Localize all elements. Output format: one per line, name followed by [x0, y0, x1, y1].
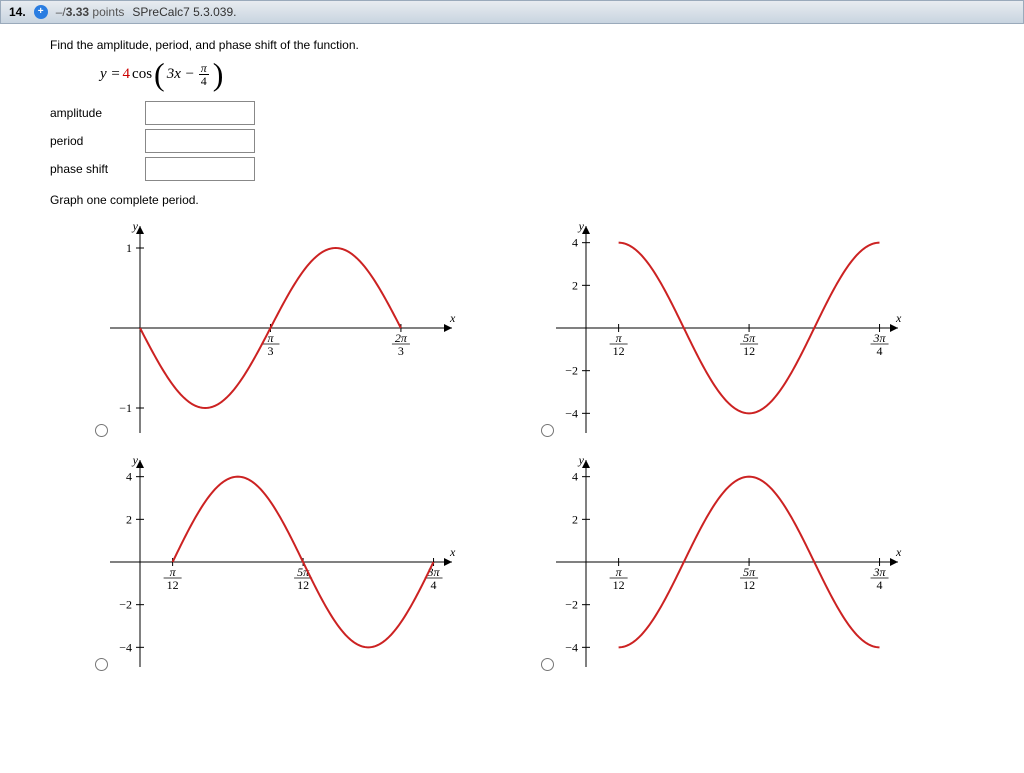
- graph-choice-c[interactable]: yx−4−224π125π123π4: [50, 447, 490, 677]
- svg-text:12: 12: [167, 578, 179, 592]
- svg-text:12: 12: [613, 344, 625, 358]
- answer-fields: amplitude period phase shift: [50, 101, 994, 181]
- question-number: 14.: [9, 5, 26, 19]
- radio-d[interactable]: [541, 658, 554, 671]
- svg-text:x: x: [895, 545, 902, 559]
- svg-text:2π: 2π: [395, 331, 408, 345]
- svg-text:5π: 5π: [743, 331, 756, 345]
- svg-text:4: 4: [126, 470, 132, 484]
- amplitude-label: amplitude: [50, 106, 145, 120]
- svg-text:3π: 3π: [873, 565, 887, 579]
- svg-text:−2: −2: [565, 598, 578, 612]
- svg-text:2: 2: [572, 512, 578, 526]
- svg-text:3: 3: [398, 344, 404, 358]
- svg-text:2: 2: [572, 278, 578, 292]
- graph-choice-d[interactable]: yx−4−224π125π123π4: [496, 447, 936, 677]
- prompt-text: Find the amplitude, period, and phase sh…: [50, 38, 994, 52]
- svg-text:x: x: [895, 311, 902, 325]
- svg-text:4: 4: [877, 578, 883, 592]
- svg-text:4: 4: [431, 578, 437, 592]
- svg-text:5π: 5π: [743, 565, 756, 579]
- svg-text:−4: −4: [565, 640, 578, 654]
- expand-icon[interactable]: +: [34, 5, 48, 19]
- svg-text:12: 12: [743, 578, 755, 592]
- svg-text:4: 4: [572, 470, 578, 484]
- equation: y = 4 cos ( 3x − π 4 ): [100, 62, 994, 87]
- points: –/3.33 points: [56, 5, 125, 19]
- svg-text:3: 3: [267, 344, 273, 358]
- svg-text:y: y: [132, 453, 139, 467]
- svg-text:12: 12: [613, 578, 625, 592]
- source-ref: SPreCalc7 5.3.039.: [132, 5, 236, 19]
- svg-text:x: x: [449, 311, 456, 325]
- svg-text:2: 2: [126, 512, 132, 526]
- period-input[interactable]: [145, 129, 255, 153]
- amplitude-input[interactable]: [145, 101, 255, 125]
- svg-text:π: π: [616, 331, 623, 345]
- graph-choice-a[interactable]: yx−11π32π3: [50, 213, 490, 443]
- svg-text:−2: −2: [119, 598, 132, 612]
- svg-text:3π: 3π: [873, 331, 887, 345]
- svg-text:12: 12: [297, 578, 309, 592]
- svg-text:1: 1: [126, 241, 132, 255]
- graph-instruction: Graph one complete period.: [50, 193, 994, 207]
- fraction: π 4: [199, 62, 209, 87]
- right-paren-icon: ): [213, 64, 224, 84]
- svg-text:y: y: [578, 453, 585, 467]
- svg-text:−4: −4: [119, 640, 132, 654]
- phase-shift-label: phase shift: [50, 162, 145, 176]
- svg-text:4: 4: [572, 236, 578, 250]
- radio-b[interactable]: [541, 424, 554, 437]
- question-body: Find the amplitude, period, and phase sh…: [0, 24, 1024, 697]
- radio-c[interactable]: [95, 658, 108, 671]
- svg-text:π: π: [616, 565, 623, 579]
- svg-text:−1: −1: [119, 401, 132, 415]
- svg-text:x: x: [449, 545, 456, 559]
- graph-choices: yx−11π32π3 yx−4−224π125π123π4 yx−4−224π1…: [50, 213, 994, 677]
- svg-text:4: 4: [877, 344, 883, 358]
- svg-text:y: y: [132, 219, 139, 233]
- svg-text:−4: −4: [565, 406, 578, 420]
- question-header: 14. + –/3.33 points SPreCalc7 5.3.039.: [0, 0, 1024, 24]
- phase-shift-input[interactable]: [145, 157, 255, 181]
- graph-choice-b[interactable]: yx−4−224π125π123π4: [496, 213, 936, 443]
- svg-text:y: y: [578, 219, 585, 233]
- period-label: period: [50, 134, 145, 148]
- left-paren-icon: (: [154, 64, 165, 84]
- radio-a[interactable]: [95, 424, 108, 437]
- svg-text:π: π: [170, 565, 177, 579]
- svg-text:−2: −2: [565, 364, 578, 378]
- svg-text:12: 12: [743, 344, 755, 358]
